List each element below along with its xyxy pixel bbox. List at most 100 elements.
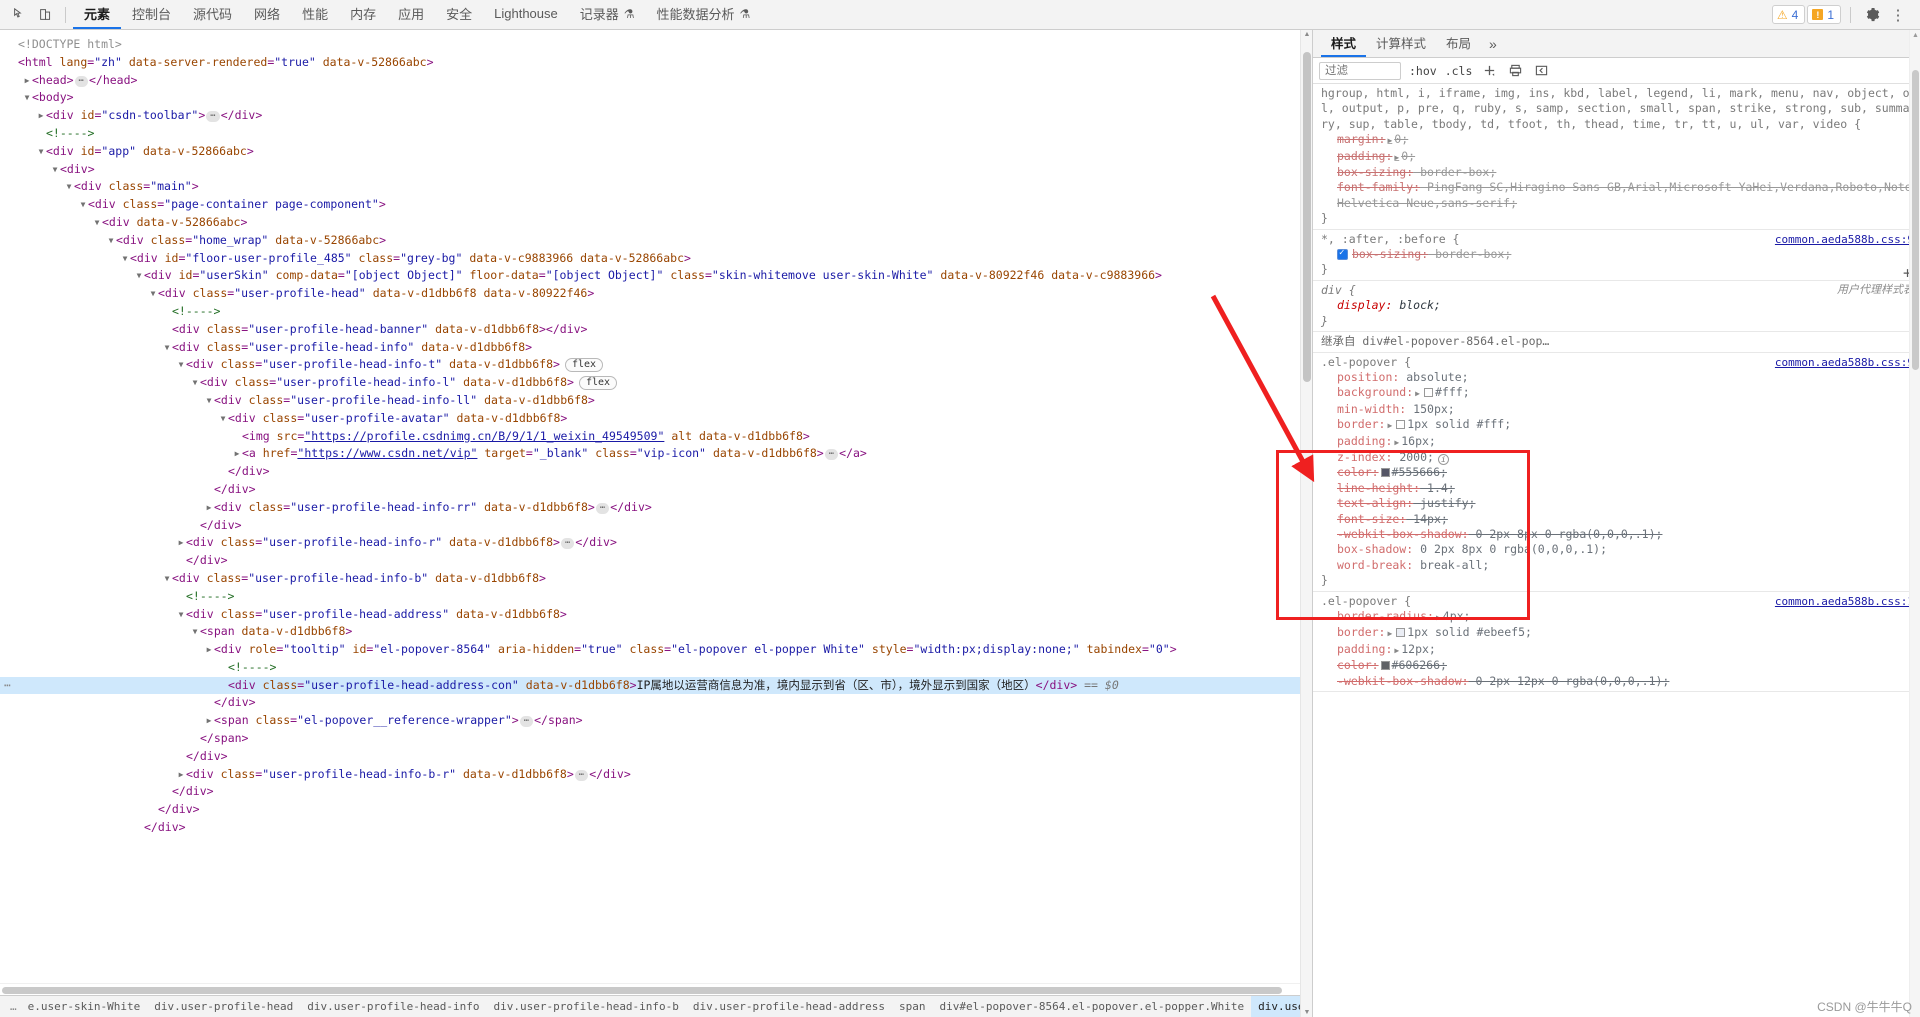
collapse-triangle-icon[interactable]: ▼ (78, 196, 88, 214)
collapsed-children-icon[interactable]: ⋯ (824, 449, 839, 461)
dom-row[interactable]: ▼ <div id="app" data-v-52866abc> (0, 143, 1300, 161)
breadcrumb-item-1[interactable]: div.user-profile-head (147, 996, 300, 1017)
color-swatch[interactable] (1380, 661, 1390, 671)
styles-tab-2[interactable]: 布局 (1436, 30, 1481, 57)
dom-row[interactable]: </div> (0, 783, 1300, 801)
dom-row[interactable]: ▶ <div id="csdn-toolbar"> ⋯ </div> (0, 107, 1300, 125)
collapsed-children-icon[interactable]: ⋯ (519, 716, 534, 728)
flex-badge[interactable]: flex (564, 358, 604, 373)
kebab-menu-icon[interactable]: ⋮ (1886, 3, 1910, 27)
dom-row[interactable]: ▼ <div class="user-profile-head-info-t" d… (0, 356, 1300, 374)
gear-icon[interactable] (1860, 3, 1884, 27)
dom-row[interactable]: ▶ <div class="user-profile-head-info-r" d… (0, 534, 1300, 552)
dom-row[interactable]: </div> (0, 481, 1300, 499)
dom-vertical-scrollbar[interactable]: ▲ ▼ (1300, 30, 1312, 1017)
expand-triangle-icon[interactable]: ▶ (176, 766, 186, 784)
collapse-triangle-icon[interactable]: ▼ (50, 161, 60, 179)
css-property-base-0-2[interactable]: box-sizing: border-box; (1321, 165, 1920, 180)
dom-row[interactable]: ▼ <div class="user-profile-head-info" dat… (0, 339, 1300, 357)
panel-tab-9[interactable]: 记录器 ⚗ (569, 0, 646, 29)
dom-row[interactable]: ▼ <div> (0, 161, 1300, 179)
dom-row[interactable]: ▼ <body> (0, 89, 1300, 107)
dom-row[interactable]: ▼ <div class="user-profile-head" data-v-d… (0, 285, 1300, 303)
breadcrumb-overflow-icon[interactable]: … (6, 1000, 21, 1013)
styles-tab-0[interactable]: 样式 (1321, 30, 1367, 57)
hov-toggle[interactable]: :hov (1409, 64, 1437, 78)
dom-token-link[interactable]: "https://profile.csdnimg.cn/B/9/1/1_weix… (304, 429, 664, 443)
breadcrumb-item-4[interactable]: div.user-profile-head-address (686, 996, 892, 1017)
collapsed-children-icon[interactable]: ⋯ (560, 538, 575, 550)
property-expand-icon[interactable]: ▶ (1394, 438, 1399, 447)
dom-row[interactable]: <!----> (0, 659, 1300, 677)
dom-row[interactable]: ▶ <div class="user-profile-head-info-b-r"… (0, 766, 1300, 784)
collapse-triangle-icon[interactable]: ▼ (176, 356, 186, 374)
dom-vscroll-thumb[interactable] (1303, 52, 1311, 382)
expand-triangle-icon[interactable]: ▶ (22, 72, 32, 90)
inspect-cursor-icon[interactable] (6, 3, 32, 27)
color-swatch[interactable] (1424, 388, 1433, 398)
collapse-triangle-icon[interactable]: ▼ (204, 392, 214, 410)
breadcrumb-item-6[interactable]: div#el-popover-8564.el-popover.el-popper… (932, 996, 1251, 1017)
dom-row[interactable]: </div> (0, 748, 1300, 766)
styles-vertical-scrollbar[interactable]: ▲ (1909, 30, 1920, 1017)
dom-token-link[interactable]: "https://www.csdn.net/vip" (297, 446, 477, 460)
dom-row[interactable]: </div> (0, 463, 1300, 481)
dom-horizontal-scrollbar[interactable] (0, 983, 1300, 995)
dom-row[interactable]: ▼ <span data-v-d1dbb6f8> (0, 623, 1300, 641)
dom-row[interactable]: </div> (0, 552, 1300, 570)
css-property-last-0[interactable]: border-radius: ▶ 4px; (1321, 609, 1920, 625)
css-property-base-1-0[interactable]: box-sizing: border-box; (1321, 247, 1920, 262)
info-icon[interactable]: i (1437, 453, 1449, 465)
collapse-triangle-icon[interactable]: ▼ (162, 339, 172, 357)
dom-row[interactable]: <!----> (0, 125, 1300, 143)
expand-triangle-icon[interactable]: ▶ (204, 641, 214, 659)
dom-row[interactable]: ▼ <div class="page-container page-compone… (0, 196, 1300, 214)
styles-rules-list[interactable]: hgroup, html, i, iframe, img, ins, kbd, … (1313, 84, 1920, 1017)
styles-scroll-up-arrow-icon[interactable]: ▲ (1912, 32, 1919, 39)
dom-row[interactable]: ▼ <div class="home_wrap" data-v-52866abc> (0, 232, 1300, 250)
dom-row[interactable]: </div> (0, 819, 1300, 837)
more-tabs-icon[interactable]: » (1481, 36, 1505, 52)
collapsed-children-icon[interactable]: ⋯ (206, 111, 220, 123)
collapse-triangle-icon[interactable]: ▼ (134, 267, 144, 285)
css-property-base-0-0[interactable]: margin: ▶ 0; (1321, 132, 1920, 148)
css-property-last-4[interactable]: -webkit-box-shadow: 0 2px 12px 0 rgba(0,… (1321, 674, 1920, 689)
dom-row[interactable]: ▼ <div class="main"> (0, 178, 1300, 196)
css-selector[interactable]: div { (1321, 283, 1920, 298)
css-property-base-0-3[interactable]: font-family: PingFang SC,Hiragino Sans G… (1321, 180, 1920, 211)
css-property-inherited-8[interactable]: text-align: justify; (1321, 496, 1920, 511)
breadcrumb-item-3[interactable]: div.user-profile-head-info-b (486, 996, 685, 1017)
dom-row[interactable]: ▼ <div class="user-profile-avatar" data-v… (0, 410, 1300, 428)
collapsed-children-icon[interactable]: ⋯ (74, 75, 88, 87)
dom-row[interactable]: ▼ <div class="user-profile-head-info-ll" … (0, 392, 1300, 410)
dom-row[interactable]: ▶ <span class="el-popover__reference-wrap… (0, 712, 1300, 730)
dom-row[interactable]: <img src="https://profile.csdnimg.cn/B/9… (0, 428, 1300, 446)
panel-tab-7[interactable]: 安全 (435, 0, 483, 29)
panel-tab-1[interactable]: 控制台 (121, 0, 182, 29)
css-property-inherited-12[interactable]: word-break: break-all; (1321, 558, 1920, 573)
css-property-inherited-11[interactable]: box-shadow: 0 2px 8px 0 rgba(0,0,0,.1); (1321, 542, 1920, 557)
collapse-triangle-icon[interactable]: ▼ (148, 285, 158, 303)
css-property-inherited-0[interactable]: position: absolute; (1321, 370, 1920, 385)
panel-tab-6[interactable]: 应用 (387, 0, 435, 29)
collapse-triangle-icon[interactable]: ▼ (162, 570, 172, 588)
print-media-icon[interactable] (1506, 62, 1524, 80)
css-property-inherited-10[interactable]: -webkit-box-shadow: 0 2px 8px 0 rgba(0,0… (1321, 527, 1920, 542)
dom-row[interactable]: <div class="user-profile-head-banner" da… (0, 321, 1300, 339)
dom-hscroll-thumb[interactable] (2, 987, 1282, 994)
panel-tab-8[interactable]: Lighthouse (483, 0, 569, 29)
css-property-base-0-1[interactable]: padding: ▶ 0; (1321, 149, 1920, 165)
dom-row[interactable]: </div> (0, 801, 1300, 819)
css-property-last-2[interactable]: padding: ▶ 12px; (1321, 642, 1920, 658)
collapse-triangle-icon[interactable]: ▼ (92, 214, 102, 232)
dom-row[interactable]: </div> (0, 517, 1300, 535)
dom-row[interactable]: ▶ <a href = "https://www.csdn.net/vip" targ… (0, 445, 1300, 463)
css-rule-origin[interactable]: common.aeda588b.css:1 (1775, 594, 1914, 609)
collapse-triangle-icon[interactable]: ▼ (22, 89, 32, 107)
color-swatch[interactable] (1396, 420, 1406, 430)
dom-row[interactable]: ▶ <head> ⋯ </head> (0, 72, 1300, 90)
panel-tab-3[interactable]: 网络 (243, 0, 291, 29)
property-expand-icon[interactable]: ▶ (1394, 646, 1399, 655)
css-property-inherited-2[interactable]: min-width: 150px; (1321, 402, 1920, 417)
warnings-badge[interactable]: ⚠ 4 (1771, 5, 1806, 24)
